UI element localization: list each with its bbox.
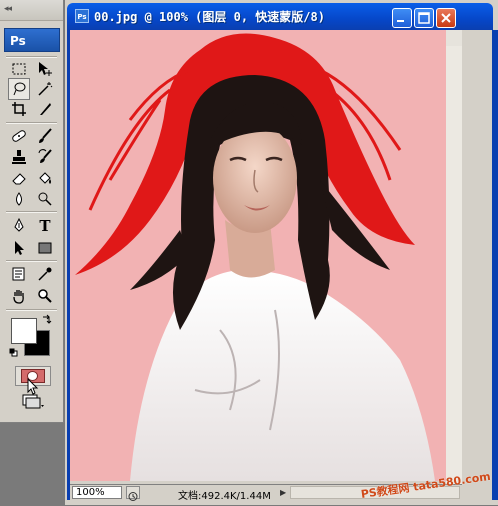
slice-icon [40,103,51,115]
history-brush-icon [38,149,52,163]
note-icon [12,267,25,281]
maximize-icon [418,12,430,24]
palette-grip[interactable]: ◂◂ [0,0,63,21]
vertical-scrollbar[interactable] [446,30,462,497]
divider [6,309,57,311]
document-window: Ps 00.jpg @ 100% (图层 0, 快速蒙版/8) 100% 文档:… [65,0,498,505]
marquee-tool[interactable] [8,58,30,80]
photoshop-logo[interactable]: Ps [4,28,60,52]
eyedropper-tool[interactable] [34,263,56,285]
divider [6,211,57,213]
zoom-level-field[interactable]: 100% [72,486,122,499]
window-border-right [492,30,498,500]
switch-colors-icon[interactable] [41,314,52,325]
collapse-icon[interactable]: ◂◂ [4,4,12,14]
foreground-color-swatch[interactable] [11,318,37,344]
type-icon: T [39,217,51,235]
lasso-icon [13,82,26,96]
status-info-icon[interactable] [126,486,140,501]
magic-wand-tool[interactable] [34,78,56,100]
close-icon [441,13,451,23]
notes-tool[interactable] [8,263,30,285]
document-icon: Ps [75,9,89,23]
photo-woman-quick-mask [70,30,446,481]
mouse-cursor-icon [27,378,39,395]
magic-wand-icon [38,82,53,96]
shape-tool[interactable] [34,237,56,259]
default-colors-icon[interactable] [9,348,18,357]
zoom-tool[interactable] [34,285,56,307]
eraser-tool[interactable] [8,167,30,189]
healing-brush-tool[interactable] [8,125,30,147]
dodge-tool[interactable] [34,188,56,210]
document-size-info: 文档:492.4K/1.44M [178,491,271,502]
brush-tool[interactable] [34,125,56,147]
drop-icon [16,192,22,206]
scrollbar-thumb[interactable] [446,46,462,497]
path-selection-tool[interactable] [8,237,30,259]
hand-tool[interactable] [8,285,30,307]
slice-tool[interactable] [34,98,56,120]
brush-icon [39,128,52,143]
pen-icon [14,218,24,232]
hand-icon [13,290,24,304]
close-button[interactable] [436,8,456,28]
bucket-icon [39,172,51,184]
tools-palette: ◂◂ Ps T [0,0,64,423]
marquee-icon [12,63,26,75]
blur-tool[interactable] [8,188,30,210]
crop-tool[interactable] [8,98,30,120]
clone-stamp-tool[interactable] [8,146,30,168]
clock-icon [128,492,138,501]
history-brush-tool[interactable] [34,146,56,168]
eyedropper-icon [38,267,52,281]
pen-tool[interactable] [8,215,30,237]
document-titlebar[interactable]: Ps 00.jpg @ 100% (图层 0, 快速蒙版/8) [67,3,493,30]
divider [6,122,57,124]
minimize-icon [397,20,404,22]
status-menu-arrow-icon[interactable]: ▶ [280,488,286,497]
eraser-icon [12,173,26,185]
dodge-icon [38,192,52,206]
lasso-tool[interactable] [8,78,30,100]
image-canvas[interactable] [70,30,446,481]
type-tool[interactable]: T [34,215,56,237]
bandage-icon [12,130,26,142]
move-icon [39,62,52,76]
arrow-icon [15,241,24,255]
document-title: 00.jpg @ 100% (图层 0, 快速蒙版/8) [94,10,325,24]
paint-bucket-tool[interactable] [34,167,56,189]
minimize-button[interactable] [392,8,412,28]
rectangle-icon [38,242,52,254]
divider [6,260,57,262]
move-tool[interactable] [34,58,56,80]
crop-icon [12,102,26,116]
stamp-icon [12,150,26,164]
maximize-button[interactable] [414,8,434,28]
zoom-icon [38,289,52,303]
